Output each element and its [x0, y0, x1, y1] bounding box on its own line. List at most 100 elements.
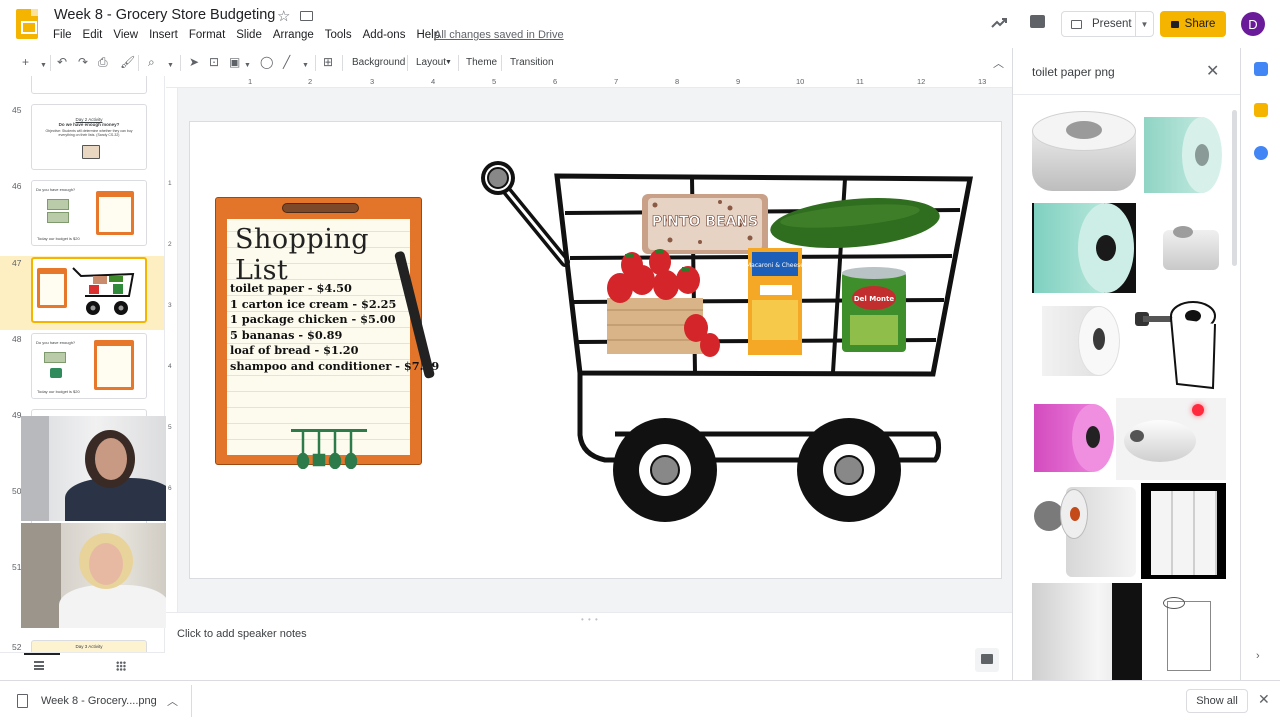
- collapse-toolbar-icon[interactable]: ︿: [993, 55, 1004, 71]
- menu-file[interactable]: File: [53, 29, 72, 41]
- insert-image-icon[interactable]: ▣: [229, 55, 240, 69]
- image-result[interactable]: [1032, 203, 1136, 293]
- menu-tools[interactable]: Tools: [325, 29, 352, 41]
- slide-thumbnail-46[interactable]: Do you have enough? Today our budget is …: [31, 180, 147, 246]
- shape-icon[interactable]: ◯: [260, 55, 273, 69]
- thumb-shopping-list: [37, 268, 67, 308]
- line-icon[interactable]: ╱: [283, 55, 290, 69]
- image-result[interactable]: [1159, 220, 1223, 278]
- ruler-tick: 2: [308, 77, 313, 86]
- toolbar-divider: [138, 55, 139, 71]
- download-divider: [191, 685, 192, 717]
- zoom-icon[interactable]: ⌕: [148, 55, 155, 69]
- slide-number: 46: [12, 181, 22, 191]
- list-item: 5 bananas - $0.89: [230, 327, 343, 342]
- paint-format-icon[interactable]: 🖌︎: [120, 55, 135, 69]
- slide-thumbnail-44[interactable]: [31, 76, 147, 94]
- menu-edit[interactable]: Edit: [83, 29, 103, 41]
- tasks-icon[interactable]: [1254, 146, 1268, 160]
- sketch-roll: [1167, 601, 1211, 671]
- select-cursor-icon[interactable]: ➤: [189, 55, 199, 69]
- menu-arrange[interactable]: Arrange: [273, 29, 314, 41]
- ruler-tick: 6: [553, 77, 558, 86]
- keep-icon[interactable]: [1254, 103, 1268, 117]
- panel-scrollbar[interactable]: [1232, 110, 1237, 266]
- comments-icon[interactable]: [1030, 15, 1045, 28]
- chevron-up-icon[interactable]: ︿: [167, 693, 178, 709]
- new-slide-dropdown-icon[interactable]: ▼: [40, 59, 47, 73]
- slides-logo-icon[interactable]: [16, 9, 38, 39]
- image-result[interactable]: [1032, 398, 1122, 478]
- star-icon[interactable]: ☆: [277, 7, 290, 25]
- clipboard-clip: [282, 203, 359, 213]
- slide-thumbnail-45[interactable]: Day 2 Activity Do we have enough money? …: [31, 104, 147, 170]
- present-dropdown-icon[interactable]: ▼: [1135, 12, 1153, 36]
- redo-icon[interactable]: ↷: [78, 55, 88, 69]
- slide-thumbnail-48[interactable]: Do you have enough? Today our budget is …: [31, 333, 147, 399]
- side-apps-rail: ›: [1240, 48, 1280, 680]
- new-slide-icon[interactable]: +: [22, 55, 29, 69]
- add-comment-icon[interactable]: ⊞: [323, 55, 333, 69]
- explore-button[interactable]: [975, 648, 999, 672]
- notes-resize-handle[interactable]: • • •: [581, 615, 599, 624]
- speaker-notes[interactable]: • • • Click to add speaker notes: [166, 612, 1012, 652]
- layout-button[interactable]: Layout: [416, 57, 446, 68]
- undo-icon[interactable]: ↶: [57, 55, 67, 69]
- close-icon[interactable]: ✕: [1258, 691, 1270, 708]
- shopping-list-clipboard[interactable]: Shopping List toilet paper - $4.50 1 car…: [215, 197, 439, 469]
- image-search-query[interactable]: toilet paper png: [1032, 65, 1115, 79]
- shopping-cart-graphic[interactable]: PINTO BEANS Macaroni & Cheese Del Monte: [470, 150, 980, 530]
- menu-insert[interactable]: Insert: [149, 29, 178, 41]
- menu-addons[interactable]: Add-ons: [363, 29, 406, 41]
- thumb-item: [50, 368, 62, 378]
- image-result[interactable]: [1032, 483, 1136, 579]
- download-file-name[interactable]: Week 8 - Grocery....png: [41, 695, 157, 707]
- text-box-icon[interactable]: ⊡: [209, 55, 219, 69]
- layout-dropdown-icon[interactable]: ▼: [445, 59, 452, 66]
- menu-bar: File Edit View Insert Format Slide Arran…: [53, 29, 451, 41]
- menu-view[interactable]: View: [113, 29, 138, 41]
- image-result[interactable]: [1153, 583, 1223, 680]
- image-result[interactable]: [1032, 111, 1136, 198]
- grid-view-icon[interactable]: [116, 661, 126, 671]
- speaker-notes-placeholder[interactable]: Click to add speaker notes: [177, 628, 307, 640]
- theme-button[interactable]: Theme: [466, 57, 497, 68]
- line-dropdown-icon[interactable]: ▼: [302, 59, 309, 73]
- webcam-background-shelf: [21, 523, 61, 628]
- activity-dashboard-icon[interactable]: [990, 14, 1008, 32]
- image-result[interactable]: [1032, 583, 1142, 680]
- image-dropdown-icon[interactable]: ▼: [244, 59, 251, 73]
- zoom-dropdown-icon[interactable]: ▼: [167, 59, 174, 73]
- slide-thumbnail-52[interactable]: Day 3 Activity: [31, 640, 147, 652]
- print-icon[interactable]: ⎙: [98, 55, 108, 69]
- save-status-link[interactable]: All changes saved in Drive: [434, 29, 564, 41]
- roll-hole: [1093, 328, 1105, 350]
- document-title[interactable]: Week 8 - Grocery Store Budgeting: [54, 7, 275, 23]
- ruler-tick: 5: [168, 424, 172, 431]
- calendar-icon[interactable]: [1254, 62, 1268, 76]
- account-avatar[interactable]: D: [1241, 12, 1265, 36]
- present-button[interactable]: Present ▼: [1061, 11, 1154, 37]
- thumb-money: [47, 212, 69, 223]
- menu-format[interactable]: Format: [189, 29, 225, 41]
- image-result[interactable]: [1141, 483, 1226, 579]
- filmstrip-view-icon[interactable]: [34, 661, 44, 670]
- image-result[interactable]: [1133, 294, 1223, 392]
- share-button[interactable]: Share: [1160, 11, 1226, 37]
- image-result[interactable]: [1142, 111, 1224, 198]
- transition-button[interactable]: Transition: [510, 57, 554, 68]
- ruler-tick: 3: [370, 77, 375, 86]
- show-all-button[interactable]: Show all: [1186, 689, 1248, 713]
- slide-number: 45: [12, 105, 22, 115]
- menu-slide[interactable]: Slide: [236, 29, 262, 41]
- image-result[interactable]: [1040, 298, 1124, 382]
- slide-thumbnail-47[interactable]: [31, 257, 147, 323]
- close-icon[interactable]: ✕: [1206, 61, 1219, 81]
- image-result[interactable]: [1116, 398, 1226, 480]
- background-button[interactable]: Background: [352, 57, 405, 68]
- toolbar-divider: [501, 55, 502, 71]
- chevron-right-icon[interactable]: ›: [1256, 650, 1260, 662]
- panel-divider: [1013, 94, 1241, 95]
- move-folder-icon[interactable]: [300, 11, 313, 21]
- list-item: shampoo and conditioner - $7.29: [230, 358, 440, 373]
